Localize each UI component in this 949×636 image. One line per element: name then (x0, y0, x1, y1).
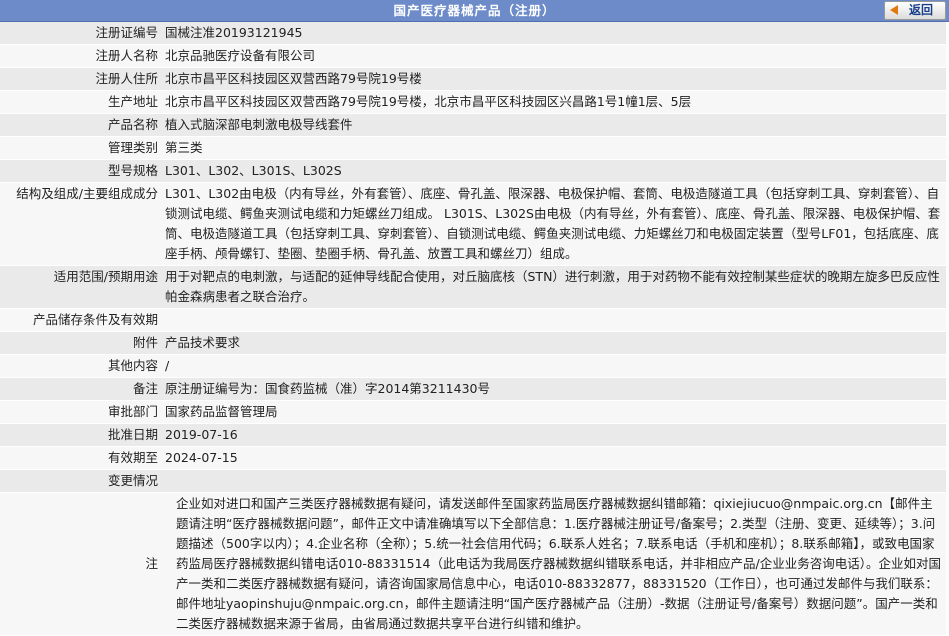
table-row: 产品名称 植入式脑深部电刺激电极导线套件 (0, 113, 946, 137)
table-row: 审批部门 国家药品监督管理局 (0, 400, 946, 424)
table-row: 批准日期 2019-07-16 (0, 423, 946, 447)
table-row: 有效期至 2024-07-15 (0, 446, 946, 470)
field-value: 2024-07-15 (162, 446, 946, 470)
back-arrow-icon (890, 5, 898, 15)
field-value: 2019-07-16 (162, 423, 946, 447)
page-title: 国产医疗器械产品（注册） (393, 3, 556, 18)
field-value: 北京市昌平区科技园区双营西路79号院19号楼，北京市昌平区科技园区兴昌路1号1幢… (162, 90, 946, 114)
field-label: 产品储存条件及有效期 (0, 308, 162, 332)
detail-table: 注册证编号 国械注准20193121945 注册人名称 北京品驰医疗设备有限公司 注册人… (0, 22, 946, 636)
note-row: 注企业如对进口和国产三类医疗器械数据有疑问，请发送邮件至国家药监局医疗器械数据纠… (0, 492, 946, 636)
table-row: 结构及组成/主要组成成分 L301、L302由电极（内有导丝，外有套管）、底座、骨… (0, 182, 946, 266)
field-label: 适用范围/预期用途 (0, 265, 162, 309)
table-row: 其他内容 / (0, 354, 946, 378)
field-value: 北京市昌平区科技园区双营西路79号院19号楼 (162, 67, 946, 91)
field-value (162, 469, 946, 493)
field-label: 有效期至 (0, 446, 162, 470)
table-row: 注册人名称 北京品驰医疗设备有限公司 (0, 44, 946, 68)
field-value: 用于对靶点的电刺激，与适配的延伸导线配合使用，对丘脑底核（STN）进行刺激，用于… (162, 265, 946, 309)
field-label: 注册人住所 (0, 67, 162, 91)
table-row: 产品储存条件及有效期 (0, 308, 946, 332)
field-label: 注册证编号 (0, 22, 162, 45)
field-value: / (162, 354, 946, 378)
field-label: 注册人名称 (0, 44, 162, 68)
field-label: 备注 (0, 377, 162, 401)
field-label: 批准日期 (0, 423, 162, 447)
field-value: 北京品驰医疗设备有限公司 (162, 44, 946, 68)
field-value: 国械注准20193121945 (162, 22, 946, 45)
field-label: 型号规格 (0, 159, 162, 183)
table-row: 备注 原注册证编号为：国食药监械（准）字2014第3211430号 (0, 377, 946, 401)
field-value: 产品技术要求 (162, 331, 946, 355)
field-value: L301、L302、L301S、L302S (162, 159, 946, 183)
field-label: 附件 (0, 331, 162, 355)
note-label: 注 (0, 492, 162, 636)
page-header: 国产医疗器械产品（注册） 返回 (0, 0, 949, 22)
table-row: 管理类别 第三类 (0, 136, 946, 160)
table-row: 变更情况 (0, 469, 946, 493)
table-row: 型号规格 L301、L302、L301S、L302S (0, 159, 946, 183)
table-row: 附件 产品技术要求 (0, 331, 946, 355)
table-row: 适用范围/预期用途 用于对靶点的电刺激，与适配的延伸导线配合使用，对丘脑底核（ST… (0, 265, 946, 309)
field-label: 结构及组成/主要组成成分 (0, 182, 162, 266)
field-label: 产品名称 (0, 113, 162, 137)
field-label: 其他内容 (0, 354, 162, 378)
field-value: 植入式脑深部电刺激电极导线套件 (162, 113, 946, 137)
field-value: 第三类 (162, 136, 946, 160)
field-label: 管理类别 (0, 136, 162, 160)
field-value: L301、L302由电极（内有导丝，外有套管）、底座、骨孔盖、限深器、电极保护帽… (162, 182, 946, 266)
field-label: 生产地址 (0, 90, 162, 114)
table-row: 注册证编号 国械注准20193121945 (0, 22, 946, 45)
field-value (162, 308, 946, 332)
back-button-label: 返回 (909, 3, 934, 17)
table-row: 注册人住所 北京市昌平区科技园区双营西路79号院19号楼 (0, 67, 946, 91)
field-label: 审批部门 (0, 400, 162, 424)
note-text: 企业如对进口和国产三类医疗器械数据有疑问，请发送邮件至国家药监局医疗器械数据纠错… (162, 492, 946, 636)
field-value: 国家药品监督管理局 (162, 400, 946, 424)
table-row: 生产地址 北京市昌平区科技园区双营西路79号院19号楼，北京市昌平区科技园区兴昌路… (0, 90, 946, 114)
field-label: 变更情况 (0, 469, 162, 493)
field-value: 原注册证编号为：国食药监械（准）字2014第3211430号 (162, 377, 946, 401)
back-button[interactable]: 返回 (884, 1, 946, 20)
